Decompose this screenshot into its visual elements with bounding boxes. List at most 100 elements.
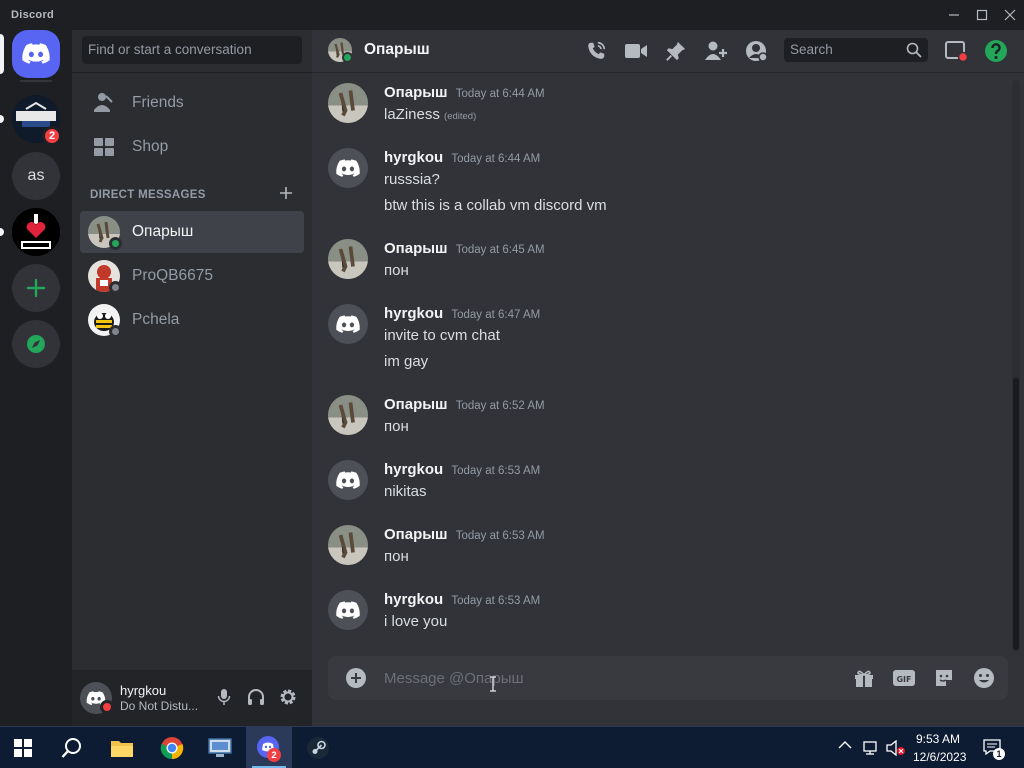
voice-call-button[interactable]	[583, 38, 609, 64]
sticker-button[interactable]	[932, 666, 956, 690]
user-name: hyrgkou	[120, 683, 167, 698]
sidebar-divider	[72, 72, 312, 73]
inbox-button[interactable]	[943, 38, 969, 64]
maximize-button[interactable]	[970, 5, 994, 25]
file-explorer-button[interactable]	[99, 727, 145, 768]
profile-icon	[746, 41, 768, 62]
offline-status-indicator	[109, 281, 122, 294]
server-as[interactable]: as	[12, 152, 60, 200]
start-button[interactable]	[0, 727, 46, 768]
server-badge: 2	[42, 126, 62, 146]
message-timestamp: Today at 6:44 AM	[451, 153, 541, 165]
upload-button[interactable]	[344, 666, 368, 690]
server-i-love-hailey[interactable]	[12, 208, 60, 256]
header-divider	[312, 72, 1024, 73]
add-user-icon	[705, 41, 727, 60]
home-button[interactable]	[12, 30, 60, 78]
headphones-icon	[248, 689, 264, 705]
search-icon	[61, 737, 81, 758]
add-server-button[interactable]	[12, 264, 60, 312]
message-avatar[interactable]	[328, 148, 368, 188]
message-author[interactable]: hyrgkou Today at 6:53 AM	[384, 591, 540, 608]
user-settings-button[interactable]	[277, 686, 299, 708]
steam-button[interactable]	[295, 727, 341, 768]
dnd-status-indicator	[100, 700, 114, 714]
gear-icon	[280, 689, 296, 705]
network-button[interactable]	[862, 740, 880, 756]
message-avatar[interactable]	[328, 239, 368, 279]
gif-button[interactable]: GIF	[892, 666, 916, 690]
discord-logo-icon	[22, 43, 50, 64]
message-text: russsia?	[384, 171, 440, 188]
create-dm-button[interactable]	[279, 186, 293, 200]
message-timestamp: Today at 6:52 AM	[455, 400, 545, 412]
find-conversation-button[interactable]: Find or start a conversation	[82, 36, 302, 64]
mute-button[interactable]	[213, 686, 235, 708]
deafen-button[interactable]	[245, 686, 267, 708]
message-timestamp: Today at 6:47 AM	[451, 309, 541, 321]
message-text: invite to cvm chat	[384, 327, 500, 344]
close-button[interactable]	[998, 5, 1022, 25]
nav-friends[interactable]: Friends	[80, 82, 304, 124]
volume-button[interactable]	[886, 740, 906, 756]
message-author[interactable]: Опарыш Today at 6:52 AM	[384, 396, 545, 413]
steam-icon	[307, 736, 329, 759]
remote-desktop-button[interactable]	[197, 727, 243, 768]
rail-divider	[20, 80, 52, 82]
search-icon	[906, 42, 922, 58]
dm-item-oparysh[interactable]: Опарыш	[80, 211, 304, 253]
message-text: i love you	[384, 613, 448, 630]
message-author[interactable]: hyrgkou Today at 6:44 AM	[384, 149, 540, 166]
inbox-icon	[945, 41, 968, 63]
i-love-hailey-logo-icon	[12, 208, 60, 256]
message-author[interactable]: Опарыш Today at 6:44 AM	[384, 84, 545, 101]
video-call-button[interactable]	[623, 38, 649, 64]
explore-servers-button[interactable]	[12, 320, 60, 368]
show-hidden-icons-button[interactable]	[838, 740, 852, 750]
scrollbar-thumb[interactable]	[1013, 378, 1019, 650]
discord-logo-icon	[336, 158, 360, 177]
user-profile-button[interactable]	[743, 38, 769, 64]
help-icon	[985, 40, 1007, 62]
text-cursor	[489, 676, 496, 692]
emoji-icon	[974, 668, 994, 688]
message-author[interactable]: Опарыш Today at 6:53 AM	[384, 526, 545, 543]
friends-icon	[92, 92, 116, 114]
plus-circle-icon	[346, 668, 366, 688]
help-button[interactable]	[983, 38, 1009, 64]
nav-shop[interactable]: Shop	[80, 126, 304, 168]
add-friends-to-dm-button[interactable]	[703, 38, 729, 64]
svg-text:GIF: GIF	[896, 675, 911, 684]
pinned-messages-button[interactable]	[663, 38, 689, 64]
message-avatar[interactable]	[328, 590, 368, 630]
discord-taskbar-badge: 2	[267, 748, 281, 762]
message-avatar[interactable]	[328, 304, 368, 344]
online-status-indicator	[342, 52, 353, 63]
minimize-button[interactable]	[942, 5, 966, 25]
message-author[interactable]: hyrgkou Today at 6:53 AM	[384, 461, 540, 478]
message-input[interactable]	[384, 668, 824, 688]
compass-icon	[27, 335, 45, 353]
phone-call-icon	[588, 41, 606, 59]
discord-logo-icon	[336, 470, 360, 489]
dm-item-proqb6675[interactable]: ProQB6675	[80, 255, 304, 297]
chrome-button[interactable]	[149, 727, 195, 768]
message-avatar[interactable]	[328, 83, 368, 123]
gift-button[interactable]	[852, 666, 876, 690]
clock-time[interactable]: 9:53 AM	[916, 732, 960, 746]
message-author[interactable]: hyrgkou Today at 6:47 AM	[384, 305, 540, 322]
emoji-button[interactable]	[972, 666, 996, 690]
message-avatar[interactable]	[328, 395, 368, 435]
discord-logo-icon	[336, 314, 360, 333]
discord-taskbar-button[interactable]	[246, 727, 292, 768]
search-button[interactable]	[49, 727, 95, 768]
clock-date[interactable]: 12/6/2023	[913, 750, 966, 764]
network-icon	[863, 741, 877, 755]
message-text: laZiness (edited)	[384, 106, 477, 123]
message-author[interactable]: Опарыш Today at 6:45 AM	[384, 240, 545, 257]
message-avatar[interactable]	[328, 525, 368, 565]
message-avatar[interactable]	[328, 460, 368, 500]
channel-title[interactable]: Опарыш	[364, 41, 430, 59]
direct-messages-header: DIRECT MESSAGES	[90, 189, 206, 201]
dm-item-pchela[interactable]: Pchela	[80, 299, 304, 341]
